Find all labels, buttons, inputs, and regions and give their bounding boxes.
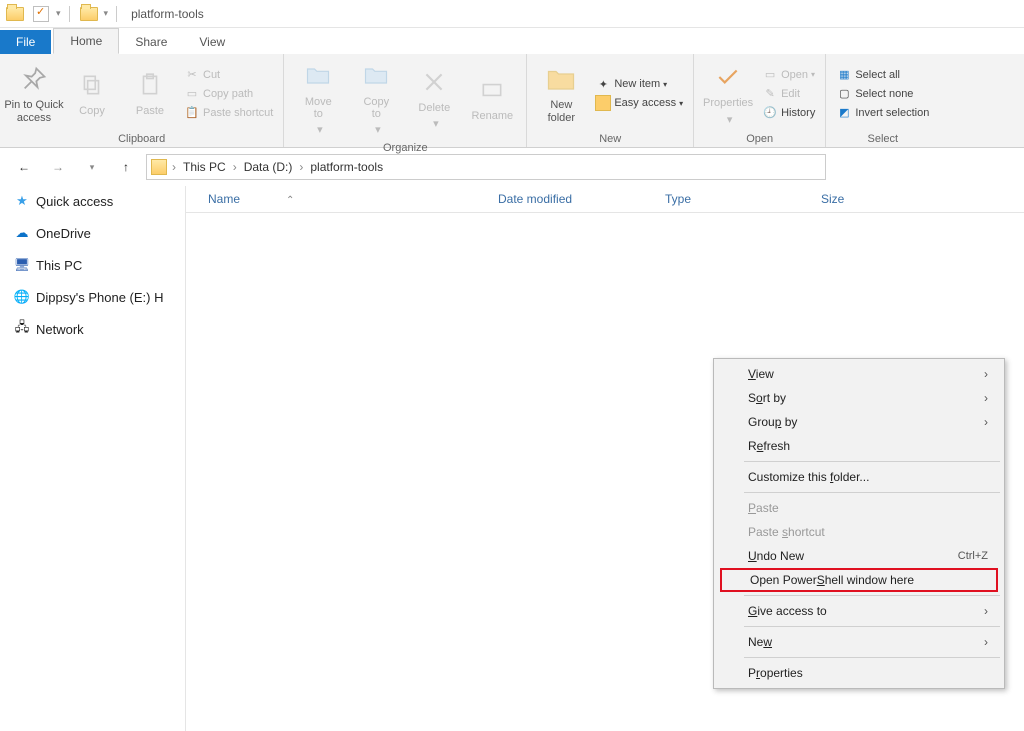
easy-access-button[interactable]: Easy access▾ <box>595 95 683 111</box>
ctx-customize[interactable]: Customize this folder... <box>716 465 1002 489</box>
edit-button[interactable]: ✎Edit <box>762 86 815 102</box>
tab-file[interactable]: File <box>0 30 51 54</box>
up-button[interactable]: ↑ <box>112 153 140 181</box>
newfolder-icon <box>545 63 577 95</box>
folder-icon-2 <box>78 3 100 25</box>
sidebar-onedrive[interactable]: ☁OneDrive <box>0 222 185 244</box>
sidebar-phone-e-h[interactable]: 🌐Dippsy's Phone (E:) H <box>0 286 185 308</box>
pc-icon: 🖥 <box>14 257 30 273</box>
sidebar-quick-access[interactable]: ★Quick access <box>0 190 185 212</box>
breadcrumb-thispc[interactable]: This PC <box>181 160 228 174</box>
address-bar[interactable]: › This PC› Data (D:)› platform-tools <box>146 154 826 180</box>
properties-icon <box>712 61 744 93</box>
paste-button[interactable]: Paste <box>122 56 178 131</box>
paste-icon <box>134 69 166 101</box>
invert-icon: ◩ <box>836 105 852 121</box>
context-menu: View› Sort by› Group by› Refresh Customi… <box>713 358 1005 689</box>
ctx-properties[interactable]: Properties <box>716 661 1002 685</box>
group-open-label: Open <box>700 131 819 147</box>
select-none-button[interactable]: ▢Select none <box>836 86 929 102</box>
ctx-new[interactable]: New› <box>716 630 1002 654</box>
tab-view[interactable]: View <box>183 30 241 54</box>
onedrive-icon: ☁ <box>14 225 30 241</box>
pasteshortcut-icon: 📋 <box>184 105 200 121</box>
cut-icon: ✂ <box>184 67 200 83</box>
star-icon: ★ <box>14 193 30 209</box>
sidebar-this-pc[interactable]: 🖥This PC <box>0 254 185 276</box>
new-folder-button[interactable]: New folder <box>533 56 589 131</box>
newitem-icon: ✦ <box>595 76 611 92</box>
ribbon-tabs: File Home Share View <box>0 28 1024 54</box>
qat-dropdown[interactable]: ▾ <box>56 8 61 19</box>
easyaccess-icon <box>595 95 611 111</box>
open-icon: ▭ <box>762 67 778 83</box>
ctx-give-access[interactable]: Give access to› <box>716 599 1002 623</box>
copy-path-button[interactable]: ▭Copy path <box>184 86 273 102</box>
ctx-undo-new[interactable]: Undo NewCtrl+Z <box>716 544 1002 568</box>
paste-shortcut-button[interactable]: 📋Paste shortcut <box>184 105 273 121</box>
rename-button[interactable]: Rename <box>464 56 520 140</box>
open-button[interactable]: ▭Open▾ <box>762 67 815 83</box>
tab-home[interactable]: Home <box>53 28 119 54</box>
col-name[interactable]: Name⌃ <box>208 192 498 206</box>
folder-icon <box>151 159 167 175</box>
group-select-label: Select <box>832 131 933 147</box>
edit-icon: ✎ <box>762 86 778 102</box>
navigation-pane[interactable]: ★Quick access ☁OneDrive 🖥This PC 🌐Dippsy… <box>0 186 186 731</box>
breadcrumb-drive[interactable]: Data (D:) <box>242 160 295 174</box>
move-to-button[interactable]: Move to▾ <box>290 56 346 140</box>
folder-icon <box>4 3 26 25</box>
column-headers[interactable]: Name⌃ Date modified Type Size <box>186 186 1024 213</box>
sidebar-network[interactable]: 🖧Network <box>0 318 185 340</box>
group-new-label: New <box>533 131 687 147</box>
cut-button[interactable]: ✂Cut <box>184 67 273 83</box>
window-title: platform-tools <box>131 7 204 21</box>
history-icon: 🕘 <box>762 105 778 121</box>
pin-icon <box>18 63 50 95</box>
selectnone-icon: ▢ <box>836 86 852 102</box>
copypath-icon: ▭ <box>184 86 200 102</box>
history-button[interactable]: 🕘History <box>762 105 815 121</box>
ctx-paste-shortcut[interactable]: Paste shortcut <box>716 520 1002 544</box>
copy-button[interactable]: Copy <box>64 56 120 131</box>
recent-locations-button[interactable]: ▾ <box>78 153 106 181</box>
group-clipboard-label: Clipboard <box>6 131 277 147</box>
ctx-open-powershell[interactable]: Open PowerShell window here <box>720 568 998 592</box>
col-date[interactable]: Date modified <box>498 192 665 206</box>
rename-icon <box>476 74 508 106</box>
title-bar: ▾ ▾ platform-tools <box>0 0 1024 28</box>
select-all-button[interactable]: ▦Select all <box>836 67 929 83</box>
ctx-group-by[interactable]: Group by› <box>716 410 1002 434</box>
globe-icon: 🌐 <box>14 289 30 305</box>
pin-to-quick-access-button[interactable]: Pin to Quick access <box>6 56 62 131</box>
delete-icon <box>418 66 450 98</box>
copy-to-button[interactable]: Copy to▾ <box>348 56 404 140</box>
copyto-icon <box>360 60 392 92</box>
moveto-icon <box>302 60 334 92</box>
tab-share[interactable]: Share <box>119 30 183 54</box>
col-size[interactable]: Size <box>821 192 921 206</box>
network-icon: 🖧 <box>14 321 30 337</box>
ctx-sort-by[interactable]: Sort by› <box>716 386 1002 410</box>
delete-button[interactable]: Delete▾ <box>406 56 462 140</box>
forward-button[interactable]: → <box>44 153 72 181</box>
selectall-icon: ▦ <box>836 67 852 83</box>
copy-icon <box>76 69 108 101</box>
new-item-button[interactable]: ✦New item▾ <box>595 76 683 92</box>
ctx-refresh[interactable]: Refresh <box>716 434 1002 458</box>
ctx-view[interactable]: View› <box>716 362 1002 386</box>
qat-properties-icon[interactable] <box>30 3 52 25</box>
breadcrumb-folder[interactable]: platform-tools <box>308 160 385 174</box>
ribbon: Pin to Quick access Copy Paste ✂Cut ▭Cop… <box>0 54 1024 148</box>
invert-selection-button[interactable]: ◩Invert selection <box>836 105 929 121</box>
ctx-paste[interactable]: Paste <box>716 496 1002 520</box>
back-button[interactable]: ← <box>10 153 38 181</box>
nav-bar: ← → ▾ ↑ › This PC› Data (D:)› platform-t… <box>0 148 1024 186</box>
col-type[interactable]: Type <box>665 192 821 206</box>
properties-button[interactable]: Properties▾ <box>700 56 756 131</box>
